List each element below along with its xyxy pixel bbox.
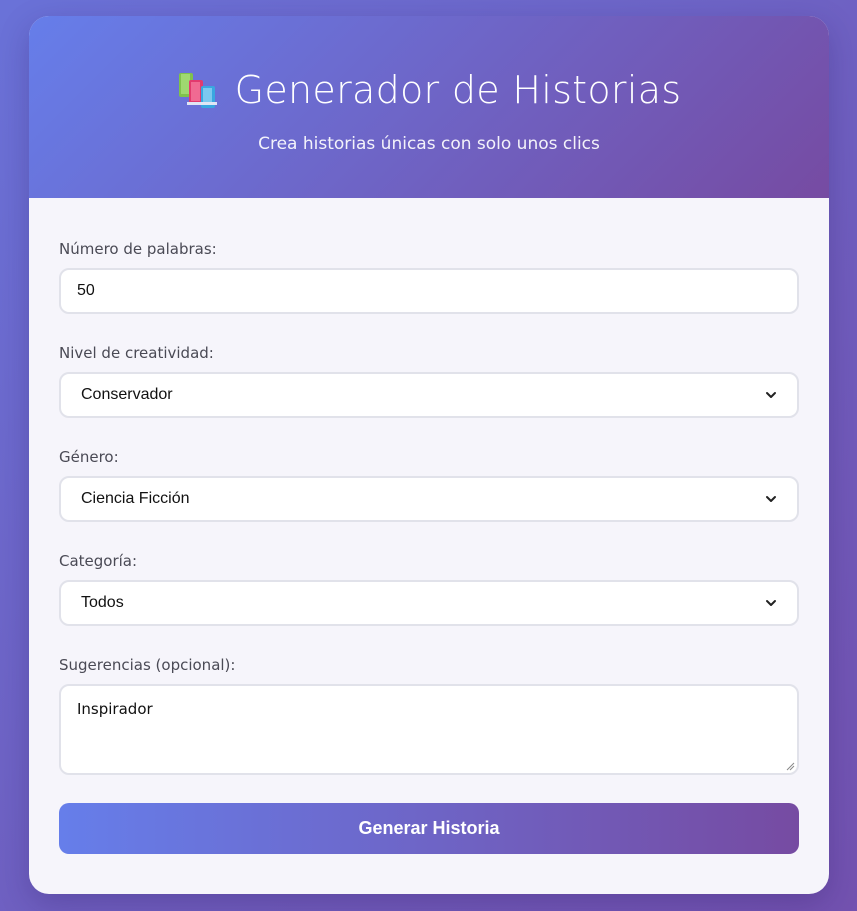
chevron-down-icon [766, 392, 776, 398]
title-row: Generador de Historias [29, 68, 829, 112]
category-field: Categoría: Todos [59, 552, 799, 626]
generate-story-button[interactable]: Generar Historia [59, 803, 799, 854]
story-generator-card: Generador de Historias Crea historias ún… [29, 16, 829, 894]
page-title: Generador de Historias [234, 68, 682, 112]
genre-selected-value: Ciencia Ficción [81, 490, 190, 507]
creativity-field: Nivel de creatividad: Conservador [59, 344, 799, 418]
creativity-selected-value: Conservador [81, 386, 173, 403]
category-label: Categoría: [59, 552, 138, 570]
creativity-select[interactable]: Conservador [59, 372, 799, 418]
suggestions-label: Sugerencias (opcional): [59, 656, 236, 674]
suggestions-value: Inspirador [77, 700, 153, 718]
books-icon [177, 70, 221, 110]
genre-select[interactable]: Ciencia Ficción [59, 476, 799, 522]
word-count-input[interactable]: 50 [59, 268, 799, 314]
genre-label: Género: [59, 448, 119, 466]
suggestions-textarea[interactable]: Inspirador [59, 684, 799, 775]
word-count-field: Número de palabras: 50 [59, 240, 799, 314]
category-select[interactable]: Todos [59, 580, 799, 626]
resize-handle-icon[interactable] [785, 761, 795, 771]
category-selected-value: Todos [81, 594, 124, 611]
genre-field: Género: Ciencia Ficción [59, 448, 799, 522]
chevron-down-icon [766, 600, 776, 606]
creativity-label: Nivel de creatividad: [59, 344, 214, 362]
chevron-down-icon [766, 496, 776, 502]
suggestions-field: Sugerencias (opcional): Inspirador [59, 656, 799, 775]
page-subtitle: Crea historias únicas con solo unos clic… [258, 134, 600, 154]
word-count-label: Número de palabras: [59, 240, 217, 258]
header: Generador de Historias Crea historias ún… [29, 16, 829, 198]
